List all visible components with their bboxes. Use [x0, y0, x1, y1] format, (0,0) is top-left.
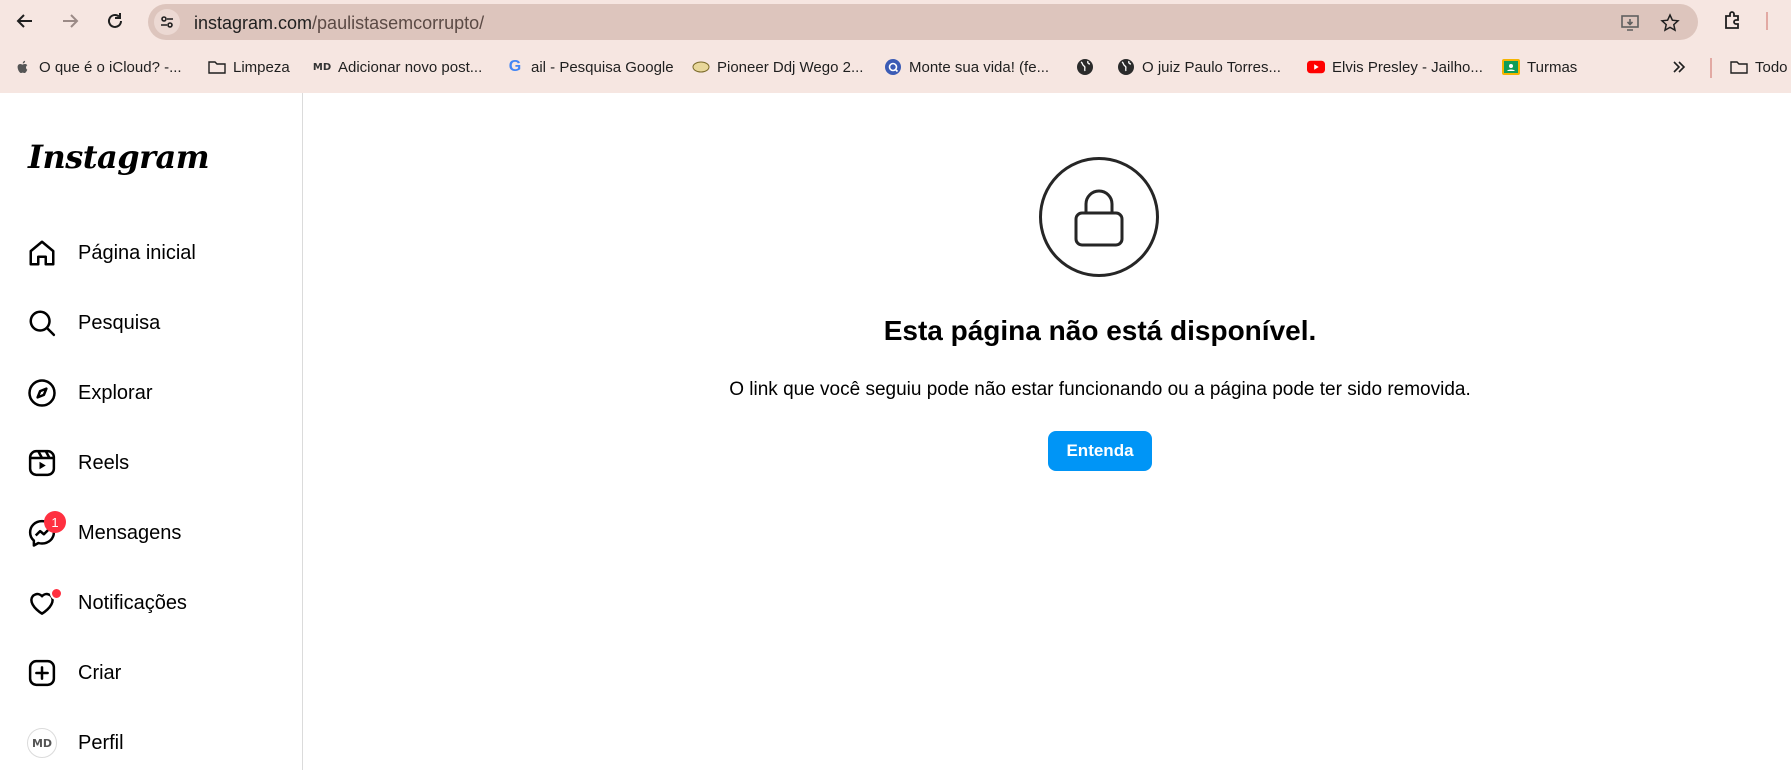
bookmark-label: O que é o iCloud? -... [39, 58, 182, 76]
bookmarks-bar: O que é o iCloud? -... Limpeza MD Adicio… [0, 52, 1791, 84]
messenger-icon: 1 [26, 511, 66, 549]
main-content: Esta página não está disponível. O link … [303, 93, 1791, 770]
lock-badge [1039, 157, 1159, 277]
q-icon [884, 58, 902, 76]
compass-icon [26, 377, 58, 409]
apple-icon [14, 58, 32, 76]
youtube-icon [1307, 58, 1325, 76]
site-info-button[interactable] [154, 9, 180, 35]
bookmark-label: Turmas [1527, 58, 1578, 76]
learn-more-button[interactable]: Entenda [1048, 431, 1152, 471]
bookmark-item[interactable]: Elvis Presley - Jailho... [1307, 54, 1483, 80]
google-icon: G [508, 58, 522, 75]
sidebar-item-label: Perfil [78, 731, 124, 754]
globe-icon [1117, 58, 1135, 76]
double-chevron-icon [1670, 58, 1688, 76]
bookmark-item[interactable]: O que é o iCloud? -... [14, 54, 182, 80]
folder-icon [208, 58, 226, 76]
bookmark-star-button[interactable] [1658, 11, 1682, 35]
bookmarks-divider [1710, 58, 1712, 78]
bookmark-label: ail - Pesquisa Google [531, 58, 674, 76]
sidebar-item-label: Criar [78, 661, 122, 684]
back-arrow-icon [16, 14, 32, 28]
create-icon [26, 657, 58, 689]
md-icon: MD [312, 61, 332, 73]
profile-avatar-wrapper: MD [26, 727, 58, 759]
classroom-icon [1502, 58, 1520, 76]
instagram-logo[interactable]: Instagram [28, 138, 210, 176]
bookmark-item[interactable]: Turmas [1502, 54, 1577, 80]
sidebar-item-label: Notificações [78, 591, 187, 614]
sidebar-item-label: Explorar [78, 381, 153, 404]
sidebar-item-label: Mensagens [78, 521, 182, 544]
sidebar-item-label: Página inicial [78, 241, 196, 264]
avatar: MD [27, 728, 57, 758]
globe-icon [1076, 58, 1094, 76]
bookmark-label: O juiz Paulo Torres... [1142, 58, 1281, 76]
bookmark-item[interactable]: Monte sua vida! (fe... [884, 54, 1049, 80]
bookmark-item[interactable]: Pioneer Ddj Wego 2... [692, 54, 863, 80]
url-path: /paulistasemcorrupto/ [312, 13, 485, 33]
sidebar-item-label: Pesquisa [78, 311, 161, 334]
other-bookmarks-folder[interactable]: Todo [1730, 54, 1788, 80]
sidebar-item-create[interactable]: Criar [12, 645, 292, 701]
sidebar-item-reels[interactable]: Reels [12, 435, 292, 491]
bookmark-item[interactable]: MD Adicionar novo post... [313, 54, 482, 80]
forward-button[interactable] [55, 6, 85, 36]
sidebar-item-profile[interactable]: MD Perfil [12, 715, 292, 771]
folder-icon [1730, 58, 1748, 76]
bookmark-label: Adicionar novo post... [338, 58, 483, 76]
bookmark-label: Pioneer Ddj Wego 2... [717, 58, 864, 76]
reels-icon [26, 447, 58, 479]
bookmark-label: Limpeza [233, 58, 290, 76]
sidebar-item-notifications[interactable]: Notificações [12, 575, 292, 631]
lock-icon [1074, 189, 1124, 247]
browser-chrome: instagram.com/paulistasemcorrupto/ O que… [0, 0, 1791, 93]
browser-toolbar: instagram.com/paulistasemcorrupto/ [0, 0, 1791, 43]
notification-dot [50, 587, 63, 600]
sidebar-item-explore[interactable]: Explorar [12, 365, 292, 421]
bookmark-item[interactable] [1076, 54, 1101, 80]
heart-icon [26, 587, 63, 619]
sidebar-item-search[interactable]: Pesquisa [12, 295, 292, 351]
sidebar-item-messages[interactable]: 1 Mensagens [12, 505, 292, 561]
bookmark-label: Elvis Presley - Jailho... [1332, 58, 1483, 76]
more-bookmarks-button[interactable] [1670, 54, 1688, 80]
tune-icon [161, 16, 173, 28]
puzzle-icon [1725, 11, 1739, 29]
url-text[interactable]: instagram.com/paulistasemcorrupto/ [194, 13, 484, 34]
sidebar: Instagram Página inicial Pesquisa Explor… [0, 93, 303, 770]
forward-arrow-icon [63, 14, 79, 28]
address-bar[interactable]: instagram.com/paulistasemcorrupto/ [148, 4, 1698, 40]
star-icon [1660, 13, 1680, 32]
bookmark-item[interactable]: O juiz Paulo Torres... [1117, 54, 1281, 80]
reload-button[interactable] [100, 6, 130, 36]
search-icon [26, 307, 58, 339]
bookmark-folder[interactable]: Limpeza [208, 54, 290, 80]
toolbar-divider [1766, 12, 1768, 30]
extensions-button[interactable] [1718, 6, 1748, 36]
pioneer-icon [692, 58, 710, 76]
bookmark-item[interactable]: G ail - Pesquisa Google [506, 54, 674, 80]
back-button[interactable] [10, 6, 40, 36]
page-description: O link que você seguiu pode não estar fu… [729, 379, 1471, 400]
home-icon [26, 237, 58, 269]
sidebar-item-label: Reels [78, 451, 130, 474]
install-app-button[interactable] [1618, 11, 1642, 35]
bookmark-label: Todo [1755, 58, 1788, 76]
sidebar-item-home[interactable]: Página inicial [12, 225, 292, 281]
unread-badge: 1 [44, 511, 66, 533]
bookmark-label: Monte sua vida! (fe... [909, 58, 1050, 76]
url-host: instagram.com [194, 13, 313, 33]
install-app-icon [1621, 15, 1639, 31]
reload-icon [108, 13, 122, 28]
page-title: Esta página não está disponível. [883, 315, 1317, 346]
